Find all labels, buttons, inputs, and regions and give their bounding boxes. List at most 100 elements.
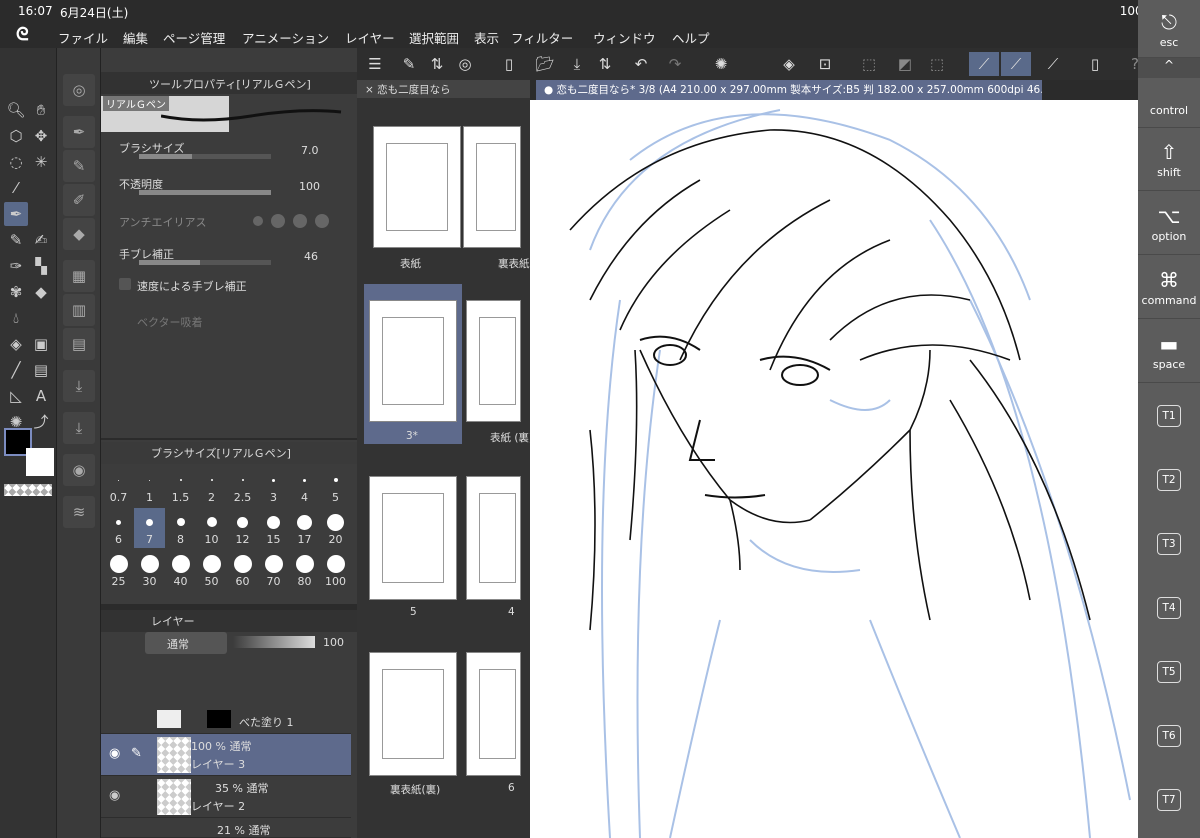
- shift-key[interactable]: ⇧ shift: [1138, 128, 1200, 191]
- subtool-pen-icon[interactable]: ✒: [63, 116, 95, 148]
- brush-size-option[interactable]: 50: [196, 550, 227, 590]
- opacity-slider[interactable]: [139, 190, 271, 195]
- chevron-up-icon[interactable]: ^: [1138, 58, 1200, 78]
- brush-icon[interactable]: ✍: [29, 228, 53, 252]
- crop-icon[interactable]: ⬚: [925, 52, 949, 76]
- brush-size-option[interactable]: 25: [103, 550, 134, 590]
- timeline-icon[interactable]: ▤: [63, 328, 95, 360]
- stabilization-slider[interactable]: [139, 260, 271, 265]
- blend-icon[interactable]: ✾: [4, 280, 28, 304]
- line-icon[interactable]: ╱: [4, 358, 28, 382]
- pencil-icon[interactable]: ✎: [4, 228, 28, 252]
- material-icon[interactable]: ▦: [63, 260, 95, 292]
- save-arrow-icon[interactable]: ⇅: [593, 52, 617, 76]
- brush-size-option[interactable]: 8: [165, 508, 196, 548]
- correct-line-icon[interactable]: ⤴: [29, 410, 53, 434]
- brush-size-option[interactable]: 30: [134, 550, 165, 590]
- layer-row-selected[interactable]: ◉ ✎ 100 % 通常 レイヤー 3: [101, 734, 351, 776]
- invert-icon[interactable]: ◩: [893, 52, 917, 76]
- spiral-icon[interactable]: ◎: [453, 52, 477, 76]
- t1-key[interactable]: T1: [1157, 405, 1181, 427]
- subtool-marker-icon[interactable]: ✎: [63, 150, 95, 182]
- brush-size-option[interactable]: 100: [320, 550, 351, 590]
- menu-animation[interactable]: アニメーション: [242, 28, 329, 47]
- new-file-icon[interactable]: ▯: [497, 52, 521, 76]
- t6-key[interactable]: T6: [1157, 725, 1181, 747]
- lasso-icon[interactable]: ◌: [4, 150, 28, 174]
- redo-icon[interactable]: ↷: [663, 52, 687, 76]
- airbrush-icon[interactable]: ✑: [4, 254, 28, 278]
- pen-icon[interactable]: ✒: [4, 202, 28, 226]
- gradient-icon[interactable]: ▣: [29, 332, 53, 356]
- stabilization-value[interactable]: 46: [304, 250, 318, 263]
- save-icon[interactable]: ⤓: [565, 52, 589, 76]
- pen-lock-icon[interactable]: ✎: [131, 746, 142, 761]
- eye-icon[interactable]: ◉: [109, 788, 120, 803]
- t5-key[interactable]: T5: [1157, 661, 1181, 683]
- eye-icon[interactable]: ◉: [109, 746, 120, 761]
- brush-size-option[interactable]: 60: [227, 550, 258, 590]
- menu-icon[interactable]: ☰: [363, 52, 387, 76]
- brush-size-option[interactable]: 7: [134, 508, 165, 548]
- page-thumbnail[interactable]: [369, 652, 457, 776]
- undo-icon[interactable]: ↶: [629, 52, 653, 76]
- layer-panel-icon[interactable]: ◆: [63, 218, 95, 250]
- clear-selection-icon[interactable]: ⬚: [857, 52, 881, 76]
- antialias-weak[interactable]: [271, 214, 285, 228]
- menu-view[interactable]: 表示: [474, 28, 499, 47]
- brush-size-option[interactable]: 3: [258, 466, 289, 506]
- transform-icon[interactable]: ⊡: [813, 52, 837, 76]
- loading-icon[interactable]: ✺: [709, 52, 733, 76]
- brush-size-option[interactable]: 5: [320, 466, 351, 506]
- option-key[interactable]: ⌥ option: [1138, 192, 1200, 255]
- layer-opacity-value[interactable]: 100: [323, 636, 344, 649]
- brush-size-option[interactable]: 20: [320, 508, 351, 548]
- layer-row[interactable]: ◉ 35 % 通常 レイヤー 2: [101, 776, 351, 818]
- import-icon[interactable]: ⤓: [63, 370, 95, 402]
- text-icon[interactable]: A: [29, 384, 53, 408]
- sub-color-swatch[interactable]: [26, 448, 54, 476]
- layer-row-fill[interactable]: べた塗り 1: [101, 706, 351, 734]
- subtool-detail-icon[interactable]: ✐: [63, 184, 95, 216]
- decoration-icon[interactable]: ▚: [29, 254, 53, 278]
- brush-size-option[interactable]: 10: [196, 508, 227, 548]
- t2-key[interactable]: T2: [1157, 469, 1181, 491]
- brush-size-option[interactable]: 12: [227, 508, 258, 548]
- eraser-icon[interactable]: ◆: [29, 280, 53, 304]
- drawing-canvas[interactable]: [530, 100, 1138, 838]
- open-icon[interactable]: 📂︎: [533, 52, 557, 76]
- brush-size-option[interactable]: 1: [134, 466, 165, 506]
- brush-size-option[interactable]: 15: [258, 508, 289, 548]
- brush-size-option[interactable]: 17: [289, 508, 320, 548]
- canvas-tab[interactable]: ● 恋も二度目なら* 3/8 (A4 210.00 x 297.00mm 製本サ…: [536, 80, 1042, 100]
- canvas-settings-icon[interactable]: ✎: [397, 52, 421, 76]
- opacity-value[interactable]: 100: [299, 180, 320, 193]
- snap-ruler-icon[interactable]: ⟋: [969, 52, 999, 76]
- navigator-icon[interactable]: ◎: [63, 74, 95, 106]
- page-thumbnail[interactable]: [369, 476, 457, 600]
- ruler-icon[interactable]: ◺: [4, 384, 28, 408]
- t7-key[interactable]: T7: [1157, 789, 1181, 811]
- page-thumbnail[interactable]: [466, 652, 521, 776]
- brush-size-option[interactable]: 2.5: [227, 466, 258, 506]
- fill-icon[interactable]: ◈: [4, 332, 28, 356]
- brush-size-option[interactable]: 2: [196, 466, 227, 506]
- transparent-color-swatch[interactable]: [4, 484, 52, 496]
- page-tab[interactable]: × 恋も二度目なら: [357, 80, 530, 98]
- blend-mode-select[interactable]: 通常: [145, 632, 227, 654]
- snap-special-icon[interactable]: ⟋: [1001, 52, 1031, 76]
- page-thumbnail[interactable]: [373, 126, 461, 248]
- app-logo-icon[interactable]: ᘓ: [16, 24, 38, 46]
- zoom-icon[interactable]: 🔍︎: [4, 98, 28, 122]
- camera-icon[interactable]: ◉: [63, 454, 95, 486]
- page-thumbnail[interactable]: [369, 300, 457, 422]
- brush-size-option[interactable]: 6: [103, 508, 134, 548]
- eyedropper-icon[interactable]: ⁄: [4, 176, 28, 200]
- menu-window[interactable]: ウィンドウ: [593, 28, 656, 47]
- command-key[interactable]: ⌘ command: [1138, 256, 1200, 319]
- antialias-strong[interactable]: [315, 214, 329, 228]
- brush-size-option[interactable]: 1.5: [165, 466, 196, 506]
- speed-stab-checkbox[interactable]: [119, 278, 131, 290]
- t4-key[interactable]: T4: [1157, 597, 1181, 619]
- move-icon[interactable]: ✥: [29, 124, 53, 148]
